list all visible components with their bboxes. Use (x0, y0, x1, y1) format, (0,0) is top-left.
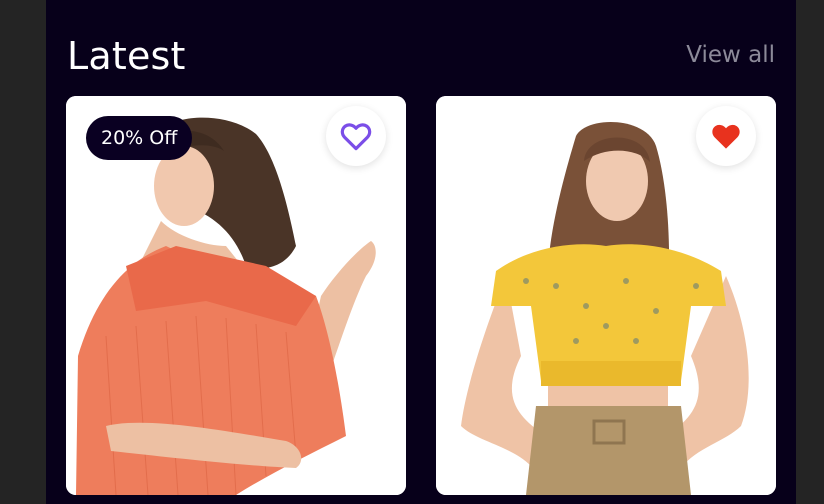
latest-section: Latest View all 20% Off (46, 0, 796, 504)
heart-outline-icon (340, 123, 372, 151)
favorite-button[interactable] (326, 106, 386, 166)
heart-filled-icon (712, 124, 740, 149)
section-title: Latest (67, 34, 186, 78)
view-all-link[interactable]: View all (686, 42, 775, 68)
favorite-button[interactable] (696, 106, 756, 166)
product-card[interactable]: 20% Off (66, 96, 406, 495)
product-card[interactable] (436, 96, 776, 495)
discount-badge: 20% Off (86, 116, 193, 160)
